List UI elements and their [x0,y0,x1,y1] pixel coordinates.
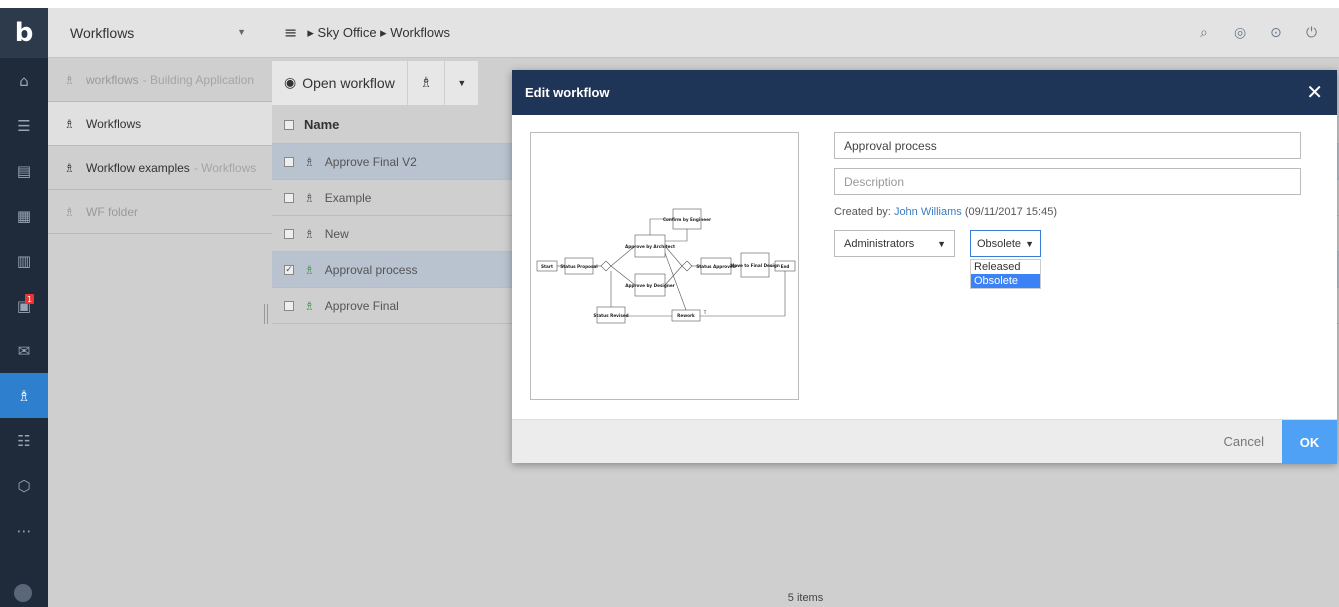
workflow-name-field[interactable]: Approval process [834,132,1301,159]
dialog-footer: Cancel OK [512,419,1337,464]
status-select[interactable]: Obsolete ▼ [970,230,1041,257]
resize-handle[interactable] [264,304,268,324]
search-icon[interactable]: ⌕ [1200,25,1208,41]
globe-icon[interactable]: ◎ [1234,25,1246,41]
more-dropdown-button[interactable]: ▼ [445,61,479,105]
tasks-icon[interactable]: ▣ 1 [0,283,48,328]
mail-icon[interactable]: ✉ [0,328,48,373]
more-icon[interactable]: ⋯ [0,508,48,553]
home-icon[interactable]: ⌂ [0,58,48,103]
workflow-icon: ♗ [64,204,75,219]
row-checkbox[interactable] [284,192,294,203]
tree-item[interactable]: ♗ Workflow examples - Workflows [48,146,272,190]
notification-badge: 1 [25,294,34,304]
select-all-checkbox[interactable] [284,119,294,130]
workflow-icon: ♗ [64,72,75,87]
workflow-diagram: Start Status Proposal Approve by Archite… [530,132,799,400]
package-icon[interactable]: ⬡ [0,463,48,508]
edit-workflow-dialog: Edit workflow ✕ Start Status Proposal Ap… [512,70,1337,464]
chart-icon[interactable]: ▥ [0,238,48,283]
status-option[interactable]: Obsolete [971,274,1040,288]
diagram-node: Status Proposal [560,264,598,269]
add-workflow-button[interactable]: ♗ [407,61,445,105]
ok-button[interactable]: OK [1282,420,1337,464]
workflow-add-icon: ♗ [419,75,433,91]
diagram-node: Rework [677,313,695,318]
tree-item[interactable]: ♗ WF folder [48,190,272,234]
help-icon[interactable]: ⊙ [1270,25,1282,41]
status-options: Released Obsolete [970,259,1041,289]
workflow-released-icon: ♗ [304,298,315,313]
menu-icon[interactable]: ≡ [284,23,297,42]
breadcrumb: ≡ ▸ Sky Office ▸ Workflows [272,8,1339,58]
workflow-icon[interactable]: ♗ [0,373,48,418]
row-checkbox[interactable] [284,300,294,311]
app-logo[interactable]: b [0,8,48,58]
workflow-icon: ♗ [304,154,315,169]
description-field[interactable]: Description [834,168,1301,195]
status-option[interactable]: Released [971,260,1040,274]
chevron-down-icon: ▼ [937,238,946,249]
tree-item[interactable]: ♗ Workflows [48,102,272,146]
workflow-icon: ♗ [64,116,75,131]
list-icon[interactable]: ☷ [0,418,48,463]
created-info: Created by: John Williams (09/11/2017 15… [834,206,1058,218]
folder-panel: Workflows ▼ ♗ workflows - Building Applicat… [48,8,272,607]
diagram-node: Confirm by Engineer [663,217,712,222]
eye-icon: ◉ [284,75,297,91]
cancel-button[interactable]: Cancel [1224,434,1264,449]
diagram-node: Start [541,264,553,269]
group-select[interactable]: Administrators ▼ [834,230,955,257]
toolbar: ◉ Open workflow ♗ ▼ [272,60,512,106]
chevron-down-icon: ▼ [457,78,467,88]
open-workflow-button[interactable]: ◉ Open workflow [272,61,407,105]
creator-link[interactable]: John Williams [894,206,962,218]
calendar-icon[interactable]: ▦ [0,193,48,238]
diagram-node: Status Revised [593,313,628,318]
user-avatar-icon[interactable] [14,584,32,602]
dialog-header: Edit workflow ✕ [512,70,1337,115]
diagram-node: Approve by Designer [625,283,675,288]
tree-item[interactable]: ♗ workflows - Building Application [48,58,272,102]
app-rail: b ⌂ ☰ ▤ ▦ ▥ ▣ 1 ✉ ♗ ☷ ⬡ ⋯ [0,8,48,607]
workflow-icon: ♗ [304,190,315,205]
power-icon[interactable]: ⏻ [1306,25,1317,41]
diagram-node: Move to Final Design [730,263,780,268]
row-checkbox[interactable]: ✓ [284,264,294,275]
diagram-node: End [781,264,790,269]
chevron-down-icon: ▼ [1025,238,1034,249]
row-checkbox[interactable] [284,156,294,167]
workflow-icon: ♗ [64,160,75,175]
row-checkbox[interactable] [284,228,294,239]
panel-title[interactable]: Workflows ▼ [48,8,272,58]
item-count: 5 items [787,592,824,604]
documents-icon[interactable]: ▤ [0,148,48,193]
diagram-node: Approve by Architect [625,244,675,249]
top-border [0,0,1339,8]
chevron-down-icon[interactable]: ▼ [237,27,246,37]
diagram-edge-label: T [703,310,707,315]
close-icon[interactable]: ✕ [1306,80,1323,104]
workflow-released-icon: ♗ [304,262,315,277]
tree-icon[interactable]: ☰ [0,103,48,148]
workflow-icon: ♗ [304,226,315,241]
